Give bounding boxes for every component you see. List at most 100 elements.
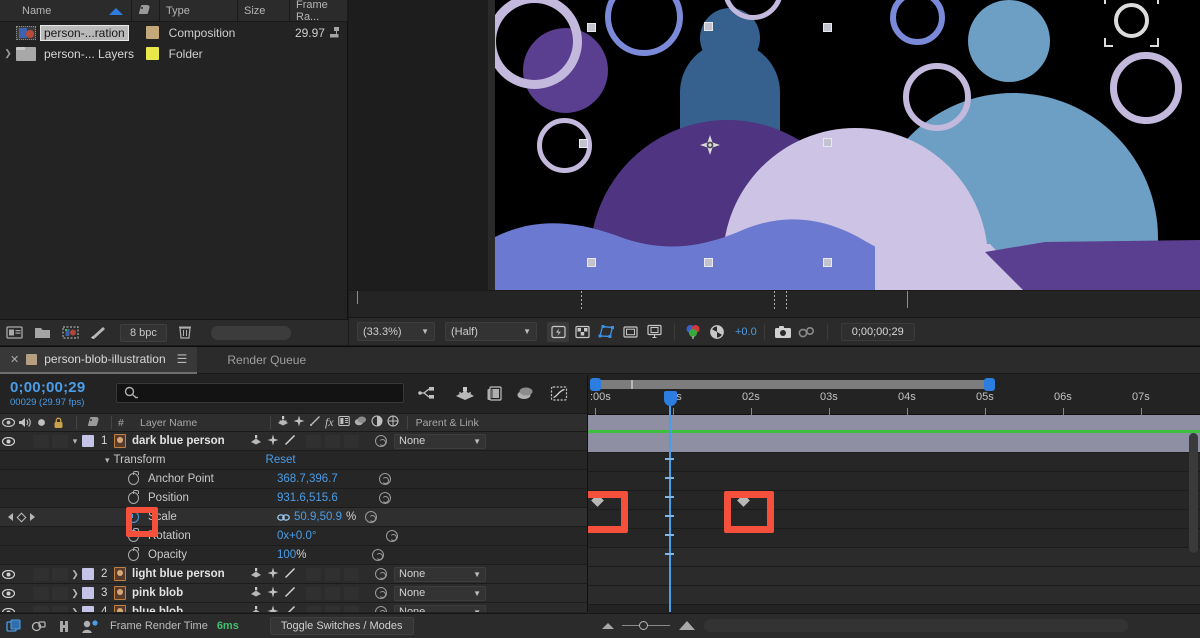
tab-render-queue[interactable]: Render Queue [217, 347, 316, 374]
layer-solo-toggle[interactable] [33, 435, 49, 448]
column-header-type[interactable]: Type [160, 0, 238, 21]
project-item-composition[interactable]: person-...ration Composition 29.97 [0, 22, 348, 43]
layer-row-blue-blob[interactable]: ❯ 4 blue blob None ▼ [0, 603, 587, 612]
solo-icon[interactable] [33, 418, 49, 427]
anchor-point-value[interactable]: 368.7,396.7 [277, 473, 338, 485]
layer-visibility-toggle[interactable] [0, 437, 16, 446]
position-value[interactable]: 931.6,515.6 [277, 492, 338, 504]
property-group-transform[interactable]: ▾ Transform Reset [0, 451, 587, 470]
proportional-grid-icon[interactable] [643, 322, 665, 342]
timeline-current-time-block[interactable]: 0;00;00;29 00029 (29.97 fps) [10, 379, 85, 408]
snapshot-camera-icon[interactable] [772, 322, 794, 342]
constrain-proportions-icon[interactable] [277, 513, 290, 522]
switch-slot[interactable] [344, 435, 359, 448]
sort-ascending-icon[interactable] [109, 8, 123, 15]
parent-pickwhip-icon[interactable] [375, 435, 387, 447]
transform-handle[interactable] [823, 138, 832, 147]
zoom-slider[interactable] [622, 625, 670, 626]
parent-pickwhip-icon[interactable] [375, 587, 387, 599]
switch-slot[interactable] [325, 606, 340, 613]
column-header-name[interactable]: Name [0, 0, 132, 21]
layer-solo-toggle[interactable] [33, 568, 49, 581]
transform-disclosure-triangle[interactable]: ▾ [105, 455, 110, 466]
property-pickwhip-icon[interactable] [379, 473, 391, 485]
playhead-handle[interactable] [664, 391, 677, 406]
switch-slot[interactable] [325, 587, 340, 600]
track-row-layer-3[interactable] [588, 567, 1200, 586]
toggle-switches-status-icon[interactable] [31, 619, 47, 634]
project-search-field[interactable] [211, 326, 291, 340]
composition-mini-flowchart-icon[interactable] [418, 385, 438, 403]
parent-pickwhip-icon[interactable] [375, 606, 387, 612]
quality-icon[interactable] [284, 434, 296, 449]
track-row-scale[interactable] [588, 491, 1200, 510]
time-navigator[interactable] [588, 377, 1200, 391]
track-row-layer-1[interactable] [588, 415, 1200, 434]
folder-label-swatch[interactable] [146, 47, 159, 60]
position-stopwatch-icon[interactable] [128, 492, 139, 504]
layer-solo-toggle[interactable] [33, 606, 49, 613]
zoom-out-icon[interactable] [602, 623, 614, 629]
motion-blur-status-icon[interactable] [56, 619, 72, 634]
transform-handle[interactable] [823, 23, 832, 32]
exposure-value[interactable]: +0.0 [735, 326, 757, 338]
panel-menu-icon[interactable]: ☰ [177, 352, 188, 366]
zoom-slider-knob[interactable] [639, 621, 648, 630]
auto-keyframe-icon[interactable] [81, 619, 97, 634]
toggle-switches-modes-button[interactable]: Toggle Switches / Modes [270, 617, 414, 635]
track-row-transform[interactable] [588, 434, 1200, 453]
column-header-frame-rate[interactable]: Frame Ra... [290, 0, 348, 21]
property-row-scale[interactable]: Scale 50.9,50.9 % [0, 508, 587, 527]
switch-slot[interactable] [306, 587, 321, 600]
opacity-value[interactable]: 100 [277, 549, 296, 561]
reset-exposure-icon[interactable] [706, 322, 728, 342]
tab-person-blob-illustration[interactable]: ✕ person-blob-illustration ☰ [0, 347, 197, 374]
time-navigator-start-handle[interactable] [590, 378, 601, 391]
layer-disclosure-triangle[interactable]: ❯ [68, 569, 82, 580]
layer-label-color[interactable] [82, 568, 94, 580]
shy-icon[interactable] [250, 434, 262, 449]
layer-row-pink-blob[interactable]: ❯ 3 pink blob None ▼ [0, 584, 587, 603]
quality-icon[interactable] [284, 567, 296, 582]
layer-name[interactable]: blue blob [132, 606, 244, 612]
project-item-label[interactable]: person-...ration [40, 25, 129, 41]
track-row-opacity[interactable] [588, 529, 1200, 548]
transform-handle[interactable] [704, 22, 713, 31]
property-row-anchor-point[interactable]: Anchor Point 368.7,396.7 [0, 470, 587, 489]
draft-3d-icon[interactable] [455, 385, 475, 403]
track-row-layer-4[interactable] [588, 586, 1200, 605]
timeline-search-field[interactable] [116, 383, 404, 403]
layer-disclosure-triangle[interactable]: ❯ [68, 588, 82, 599]
layer-visibility-toggle[interactable] [0, 589, 16, 598]
channel-color-icon[interactable] [682, 322, 704, 342]
close-icon[interactable]: ✕ [10, 353, 19, 366]
graph-editor-icon[interactable] [550, 385, 570, 403]
property-pickwhip-icon[interactable] [386, 530, 398, 542]
layer-name[interactable]: pink blob [132, 587, 244, 599]
transform-reset-link[interactable]: Reset [266, 454, 296, 466]
playhead-line[interactable] [669, 397, 671, 612]
composition-label-swatch[interactable] [146, 26, 159, 39]
parent-dropdown[interactable]: None ▼ [394, 567, 486, 582]
folder-disclosure-triangle[interactable]: ❯ [0, 48, 16, 59]
switch-slot[interactable] [325, 435, 340, 448]
effects-icon[interactable]: fx [325, 415, 334, 430]
track-row-anchor-point[interactable] [588, 453, 1200, 472]
three-d-layer-icon[interactable] [387, 415, 399, 430]
layer-name[interactable]: light blue person [132, 568, 244, 580]
layer-lock-toggle[interactable] [52, 435, 68, 448]
fast-previews-icon[interactable] [547, 322, 569, 342]
track-row-rotation[interactable] [588, 510, 1200, 529]
parent-dropdown[interactable]: None ▼ [394, 434, 486, 449]
timeline-track-area[interactable]: :00s 01s 02s 03s 04s 05s 06s 07s [587, 375, 1200, 612]
shy-icon[interactable] [250, 605, 262, 613]
shy-icon[interactable] [250, 586, 262, 601]
title-action-safe-icon[interactable] [619, 322, 641, 342]
parent-pickwhip-icon[interactable] [375, 568, 387, 580]
audio-icon[interactable] [16, 417, 33, 428]
timeline-horizontal-scrollbar[interactable] [704, 619, 1128, 632]
resolution-dropdown[interactable]: (Half) ▼ [445, 322, 537, 341]
label-tag-icon[interactable] [85, 417, 105, 428]
lock-icon[interactable] [49, 417, 68, 429]
delete-icon[interactable] [177, 325, 195, 341]
